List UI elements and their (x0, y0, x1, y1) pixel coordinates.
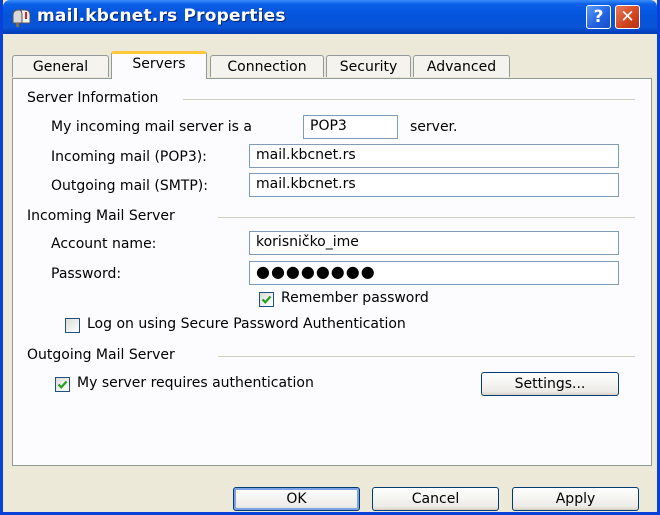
close-button[interactable]: ✕ (615, 5, 640, 29)
tab-advanced[interactable]: Advanced (413, 55, 510, 77)
incoming-server-type-label: My incoming mail server is a (51, 119, 253, 135)
password-label: Password: (51, 266, 122, 282)
outgoing-mail-label: Outgoing mail (SMTP): (51, 178, 208, 194)
outgoing-mail-server-heading: Outgoing Mail Server (27, 347, 175, 363)
remember-password-label[interactable]: Remember password (281, 290, 429, 306)
incoming-mail-input[interactable]: mail.kbcnet.rs (249, 144, 619, 168)
checkmark-icon (261, 295, 272, 304)
requires-authentication-label[interactable]: My server requires authentication (77, 375, 314, 391)
group-divider (183, 99, 635, 100)
password-input[interactable]: ●●●●●●●● (249, 261, 619, 285)
tab-security[interactable]: Security (326, 55, 411, 77)
title-bar[interactable]: mail.kbcnet.rs Properties ? ✕ (3, 0, 657, 34)
settings-button[interactable]: Settings... (481, 372, 619, 396)
close-icon: ✕ (620, 7, 635, 27)
remember-password-checkbox[interactable] (259, 292, 274, 307)
servers-panel: Server Information My incoming mail serv… (12, 78, 652, 466)
cancel-button[interactable]: Cancel (372, 487, 499, 511)
tab-connection[interactable]: Connection (210, 55, 324, 77)
properties-dialog: mail.kbcnet.rs Properties ? ✕ General Se… (0, 0, 660, 515)
requires-authentication-checkbox[interactable] (55, 377, 70, 392)
outgoing-mail-input[interactable]: mail.kbcnet.rs (249, 173, 619, 197)
account-name-label: Account name: (51, 236, 157, 252)
ok-button[interactable]: OK (233, 487, 360, 511)
server-suffix-label: server. (410, 119, 458, 135)
incoming-mail-label: Incoming mail (POP3): (51, 149, 207, 165)
tab-general[interactable]: General (12, 55, 109, 77)
account-name-input[interactable]: korisničko_ime (249, 231, 619, 255)
group-divider (218, 356, 635, 357)
help-icon: ? (593, 7, 604, 27)
tab-servers[interactable]: Servers (111, 51, 207, 79)
incoming-mail-server-heading: Incoming Mail Server (27, 208, 175, 224)
apply-button[interactable]: Apply (512, 487, 639, 511)
spa-checkbox[interactable] (65, 318, 80, 333)
checkmark-icon (57, 380, 68, 389)
window-title: mail.kbcnet.rs Properties (37, 6, 286, 26)
help-button[interactable]: ? (586, 5, 611, 29)
mailbox-icon (12, 9, 31, 27)
spa-label[interactable]: Log on using Secure Password Authenticat… (87, 316, 406, 332)
server-information-heading: Server Information (27, 90, 159, 106)
server-type-field: POP3 (303, 115, 398, 139)
group-divider (218, 217, 635, 218)
